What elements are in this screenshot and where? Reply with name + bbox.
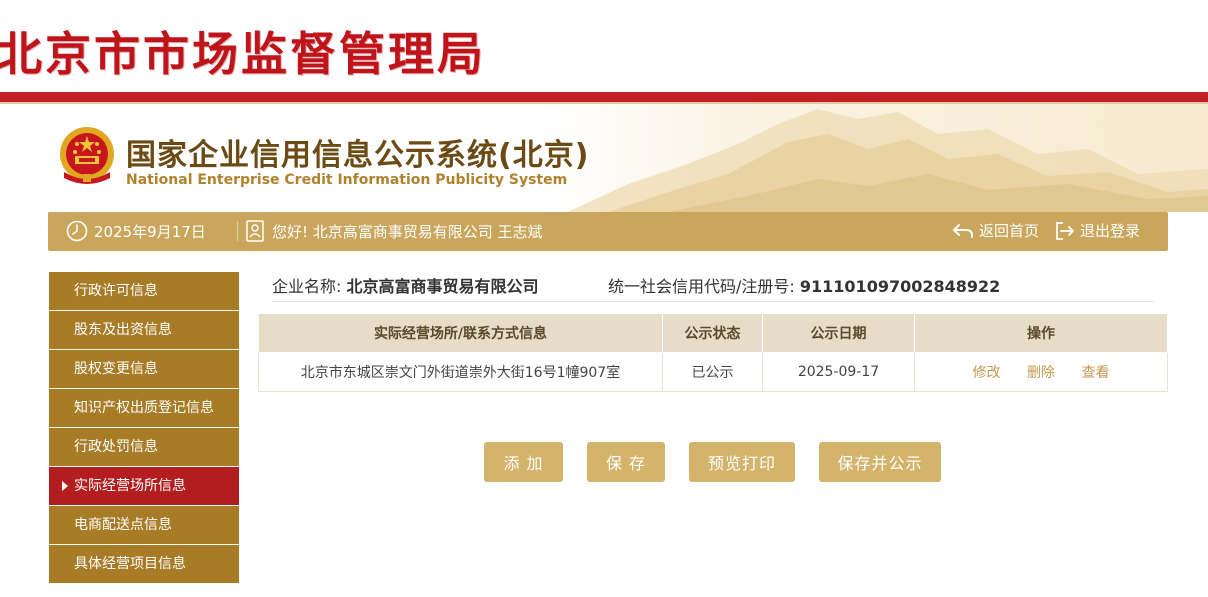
agency-header: 北京市市场监督管理局 <box>0 0 1208 92</box>
company-info: 企业名称: 北京高富商事贸易有限公司 统一社会信用代码/注册号: 9111010… <box>272 272 1154 302</box>
sidebar-item-label: 股权变更信息 <box>74 361 158 377</box>
status-cell: 已公示 <box>662 352 763 392</box>
logout-link-label: 退出登录 <box>1079 222 1140 240</box>
sidebar-item-label: 行政许可信息 <box>74 283 158 299</box>
sidebar-item-label: 股东及出资信息 <box>74 322 172 338</box>
table-row: 北京市东城区崇文门外街道崇外大街16号1幢907室 已公示 2025-09-17… <box>258 352 1168 392</box>
sidebar-item-label: 实际经营场所信息 <box>74 478 186 494</box>
business-location-table: 实际经营场所/联系方式信息 公示状态 公示日期 操作 北京市东城区崇文门外街道崇… <box>258 313 1168 392</box>
sidebar-item-equity-change[interactable]: 股权变更信息 <box>49 350 239 388</box>
preview-print-button[interactable]: 预览打印 <box>689 442 795 482</box>
home-link[interactable]: 返回首页 <box>952 220 1039 241</box>
national-emblem-icon <box>60 127 114 184</box>
divider <box>237 221 238 241</box>
clock-icon <box>66 220 88 242</box>
save-button[interactable]: 保 存 <box>587 442 665 482</box>
greeting-text: 您好! 北京高富商事贸易有限公司 王志斌 <box>272 222 543 241</box>
edit-link[interactable]: 修改 <box>973 365 1001 381</box>
column-header-date: 公示日期 <box>762 313 915 353</box>
sidebar-item-label: 知识产权出质登记信息 <box>74 400 214 416</box>
system-title: 国家企业信用信息公示系统(北京) <box>126 138 590 173</box>
company-name-field: 企业名称: 北京高富商事贸易有限公司 <box>272 273 539 297</box>
company-name-label: 企业名称: <box>272 277 342 296</box>
sidebar-item-label: 行政处罚信息 <box>74 439 158 455</box>
sidebar-item-label: 具体经营项目信息 <box>74 556 186 572</box>
credit-code-label: 统一社会信用代码/注册号: <box>608 277 795 296</box>
view-link[interactable]: 查看 <box>1081 365 1109 381</box>
sidebar-item-ecommerce-delivery[interactable]: 电商配送点信息 <box>49 506 239 544</box>
column-header-status: 公示状态 <box>662 313 763 353</box>
user-greeting: 您好! 北京高富商事贸易有限公司 王志斌 <box>246 220 543 242</box>
sidebar-item-admin-penalty[interactable]: 行政处罚信息 <box>49 428 239 466</box>
mountain-landscape-image <box>568 109 1208 212</box>
system-banner: 国家企业信用信息公示系统(北京) National Enterprise Cre… <box>0 104 1208 212</box>
delete-link[interactable]: 删除 <box>1027 365 1055 381</box>
logout-icon <box>1056 221 1074 240</box>
logout-link[interactable]: 退出登录 <box>1055 220 1140 241</box>
sidebar-nav: 行政许可信息 股东及出资信息 股权变更信息 知识产权出质登记信息 行政处罚信息 … <box>49 272 239 584</box>
address-cell: 北京市东城区崇文门外街道崇外大街16号1幢907室 <box>258 352 663 392</box>
sidebar-item-shareholders[interactable]: 股东及出资信息 <box>49 311 239 349</box>
home-link-label: 返回首页 <box>978 222 1039 240</box>
date-cell: 2025-09-17 <box>762 352 915 392</box>
sidebar-item-business-location[interactable]: 实际经营场所信息 <box>49 467 239 505</box>
header-divider <box>0 92 1208 102</box>
date-display: 2025年9月17日 <box>66 220 206 242</box>
info-bar: 2025年9月17日 您好! 北京高富商事贸易有限公司 王志斌 返回首页 退出登… <box>48 212 1168 251</box>
add-button[interactable]: 添 加 <box>484 442 563 482</box>
credit-code: 911101097002848922 <box>799 277 1001 296</box>
user-card-icon <box>246 220 264 242</box>
current-date: 2025年9月17日 <box>94 222 206 241</box>
agency-title: 北京市市场监督管理局 <box>0 27 486 81</box>
credit-code-field: 统一社会信用代码/注册号: 911101097002848922 <box>608 273 1000 297</box>
company-name: 北京高富商事贸易有限公司 <box>346 277 539 296</box>
save-and-publish-button[interactable]: 保存并公示 <box>819 442 941 482</box>
return-icon <box>952 223 973 238</box>
sidebar-item-ip-pledge[interactable]: 知识产权出质登记信息 <box>49 389 239 427</box>
column-header-address: 实际经营场所/联系方式信息 <box>258 313 663 353</box>
account-links: 返回首页 退出登录 <box>952 220 1140 241</box>
caret-right-icon <box>62 481 68 491</box>
sidebar-item-business-items[interactable]: 具体经营项目信息 <box>49 545 239 583</box>
sidebar-item-label: 电商配送点信息 <box>74 517 172 533</box>
sidebar-item-admin-license[interactable]: 行政许可信息 <box>49 272 239 310</box>
table-header-row: 实际经营场所/联系方式信息 公示状态 公示日期 操作 <box>258 313 1168 353</box>
actions-cell: 修改 删除 查看 <box>914 352 1168 392</box>
system-subtitle: National Enterprise Credit Information P… <box>126 172 568 188</box>
column-header-actions: 操作 <box>914 313 1168 353</box>
